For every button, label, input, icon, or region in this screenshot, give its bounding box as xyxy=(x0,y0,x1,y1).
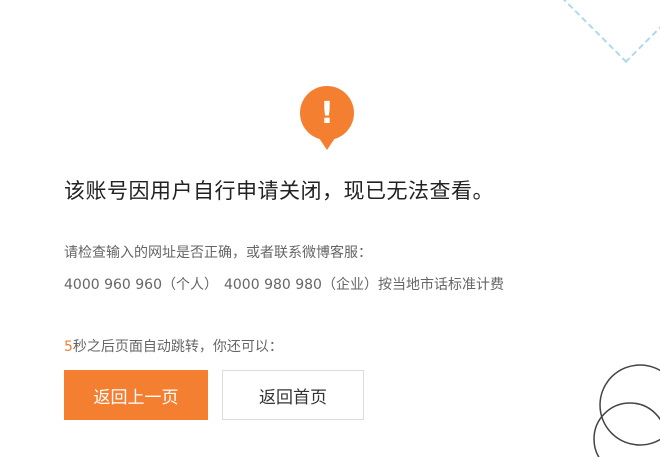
warning-badge: ! xyxy=(300,86,354,150)
hotline-info: 4000 960 960（个人） 4000 980 980（企业）按当地市话标准计… xyxy=(64,275,504,295)
back-button[interactable]: 返回上一页 xyxy=(64,370,208,420)
home-button[interactable]: 返回首页 xyxy=(222,370,364,420)
decorative-circles xyxy=(593,364,660,457)
decorative-diamond xyxy=(560,0,660,64)
error-page: ! 该账号因用户自行申请关闭，现已无法查看。 请检查输入的网址是否正确，或者联系… xyxy=(0,0,660,457)
countdown-seconds: 5 xyxy=(64,339,73,355)
error-title: 该账号因用户自行申请关闭，现已无法查看。 xyxy=(64,179,494,203)
redirect-countdown: 5秒之后页面自动跳转，你还可以： xyxy=(64,337,283,357)
exclamation-icon: ! xyxy=(320,95,334,131)
countdown-text: 秒之后页面自动跳转，你还可以： xyxy=(72,339,283,355)
hotline-business: 4000 980 980（企业）按当地市话标准计费 xyxy=(223,277,504,293)
hotline-personal: 4000 960 960（个人） xyxy=(64,277,218,293)
hint-text: 请检查输入的网址是否正确，或者联系微博客服： xyxy=(64,245,372,261)
